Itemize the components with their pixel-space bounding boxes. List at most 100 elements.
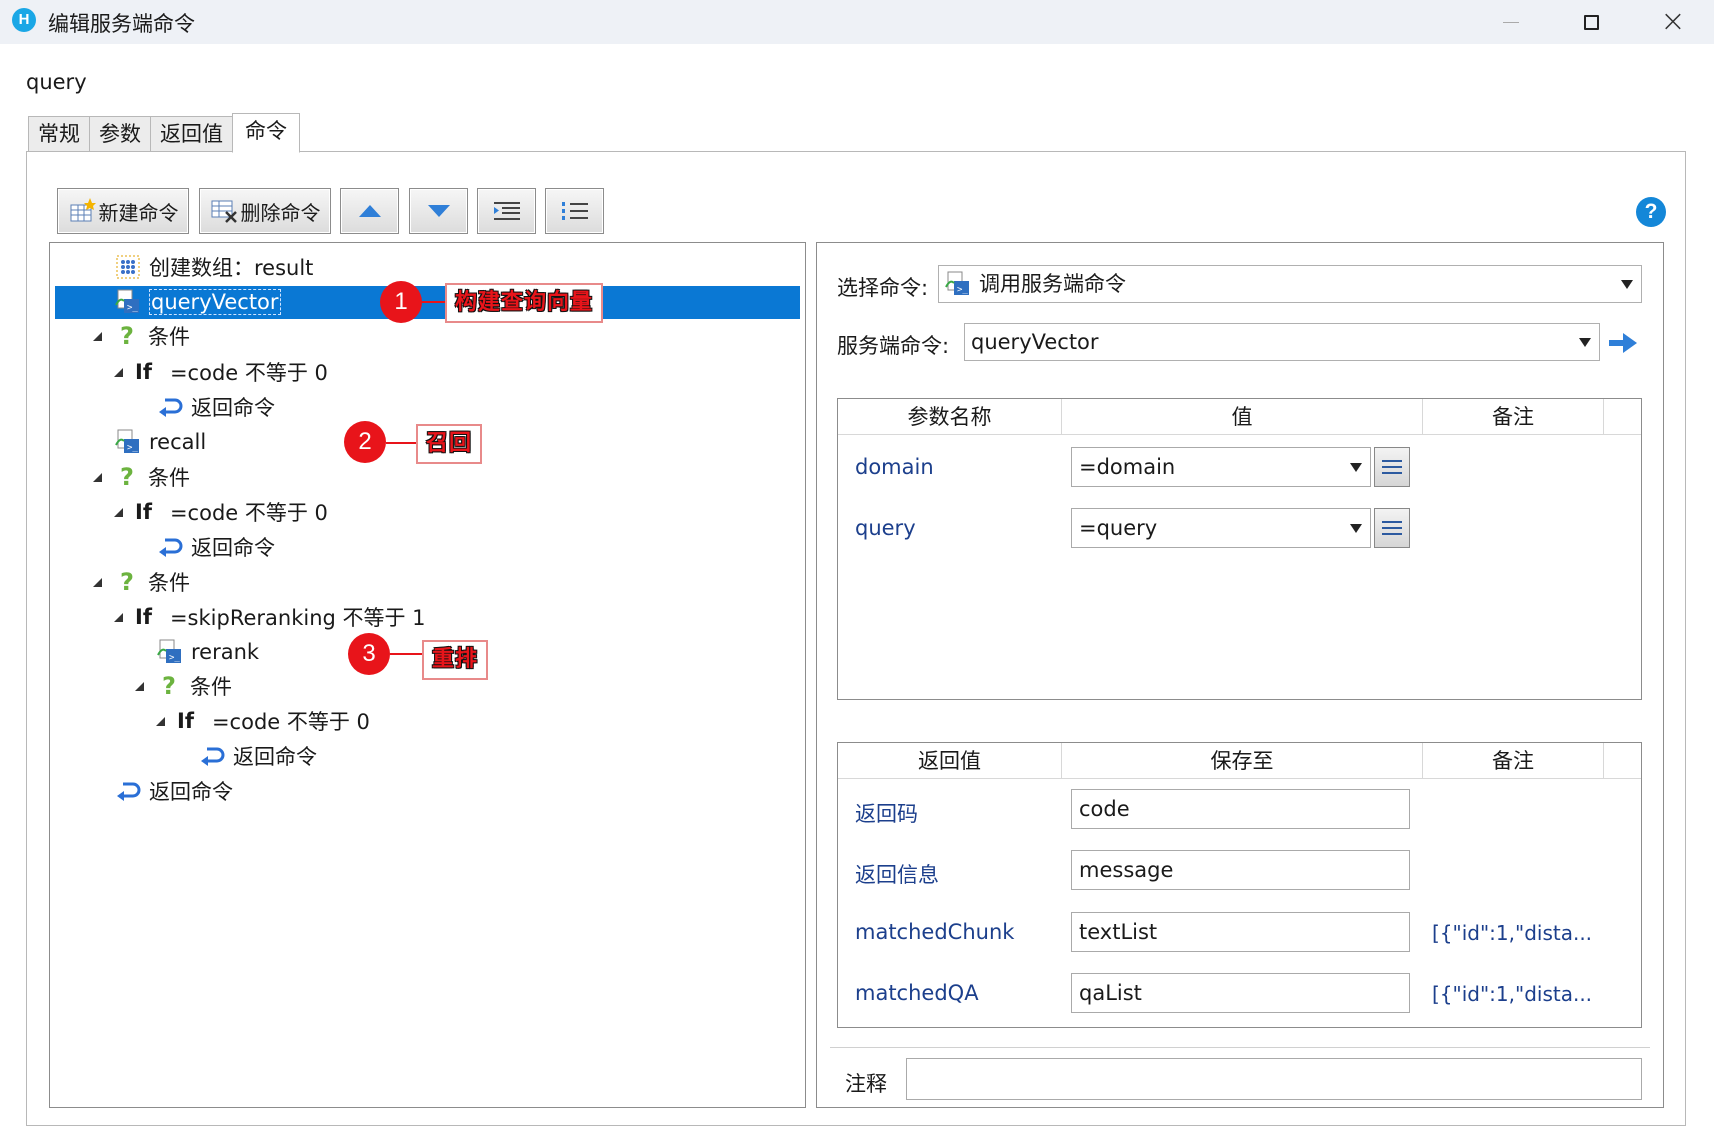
return-icon	[115, 778, 141, 804]
select-command-label: 选择命令:	[837, 276, 929, 300]
server-command-icon: >_	[945, 271, 971, 297]
callout-badge-1: 1	[380, 281, 422, 323]
tree-node-label: =skipReranking 不等于 1	[169, 606, 426, 630]
server-command-icon: >_	[115, 289, 141, 315]
tab-return-values[interactable]: 返回值	[150, 116, 232, 153]
param-settings-button[interactable]	[1374, 447, 1410, 487]
window-title: 编辑服务端命令	[48, 12, 195, 36]
tree-node-label: 条件	[148, 325, 190, 349]
tree-node-label: recall	[149, 430, 207, 454]
tree-node-if[interactable]: If =code 不等于 0	[114, 496, 328, 528]
outdent-button[interactable]	[545, 188, 604, 234]
tab-commands[interactable]: 命令	[232, 113, 300, 153]
return-save-to-input[interactable]: qaList	[1071, 973, 1410, 1013]
param-value-input[interactable]: =query	[1071, 508, 1371, 548]
tab-general[interactable]: 常规	[28, 116, 89, 153]
select-command-value: 调用服务端命令	[979, 272, 1126, 296]
command-name: query	[26, 70, 87, 94]
column-header: 保存至	[1062, 743, 1423, 779]
sliders-icon	[1382, 533, 1402, 535]
collapse-arrow-icon[interactable]	[93, 331, 102, 341]
callout-line	[422, 301, 445, 303]
svg-text:>_: >_	[169, 653, 180, 663]
indent-button[interactable]	[477, 188, 536, 234]
if-keyword: If	[135, 500, 152, 524]
question-icon: ?	[120, 463, 134, 491]
param-value: =domain	[1079, 455, 1176, 479]
tree-node-return[interactable]: 返回命令	[199, 740, 317, 772]
tree-node-label: 条件	[148, 571, 190, 595]
minimize-button[interactable]	[1476, 0, 1546, 44]
tree-node-create-array[interactable]: 创建数组：result	[115, 251, 313, 283]
tree-node-condition[interactable]: ? 条件	[93, 461, 190, 493]
sliders-icon	[1382, 527, 1402, 529]
move-down-button[interactable]	[409, 188, 468, 234]
tree-node-label: 返回命令	[191, 396, 275, 420]
collapse-arrow-icon[interactable]	[135, 681, 144, 691]
tree-node-query-vector[interactable]: >_ queryVector	[115, 286, 281, 318]
tree-node-condition[interactable]: ? 条件	[135, 670, 232, 702]
tree-node-label: 返回命令	[233, 745, 317, 769]
close-button[interactable]: ×	[1638, 0, 1708, 44]
if-keyword: If	[135, 360, 152, 384]
collapse-arrow-icon[interactable]	[93, 577, 102, 587]
tree-node-condition[interactable]: ? 条件	[93, 320, 190, 352]
help-icon[interactable]: ?	[1636, 197, 1666, 227]
sliders-icon	[1382, 466, 1402, 468]
collapse-arrow-icon[interactable]	[156, 716, 165, 726]
collapse-arrow-icon[interactable]	[93, 472, 102, 482]
tree-node-label: =code 不等于 0	[169, 361, 328, 385]
param-value-input[interactable]: =domain	[1071, 447, 1371, 487]
return-name: 返回码	[855, 802, 918, 826]
tree-node-label: rerank	[191, 640, 260, 664]
column-header: 返回值	[838, 743, 1062, 779]
maximize-button[interactable]	[1556, 0, 1626, 44]
svg-text:>_: >_	[127, 303, 138, 313]
tree-node-if[interactable]: If =skipReranking 不等于 1	[114, 601, 426, 633]
tree-node-return[interactable]: 返回命令	[115, 775, 233, 807]
grid-header: 返回值 保存至 备注	[838, 743, 1641, 779]
app-logo-icon: H	[12, 8, 36, 32]
new-command-button[interactable]: 新建命令	[57, 188, 189, 234]
divider	[830, 1047, 1650, 1048]
param-name: domain	[855, 455, 934, 479]
tree-node-condition[interactable]: ? 条件	[93, 566, 190, 598]
tree-node-label: =code 不等于 0	[169, 501, 328, 525]
server-command-dropdown[interactable]: queryVector	[964, 323, 1600, 361]
collapse-arrow-icon[interactable]	[114, 507, 123, 517]
tree-node-label: =code 不等于 0	[211, 710, 370, 734]
return-save-to-input[interactable]: code	[1071, 789, 1410, 829]
move-up-button[interactable]	[340, 188, 399, 234]
tree-node-if[interactable]: If =code 不等于 0	[114, 356, 328, 388]
sliders-icon	[1382, 521, 1402, 523]
server-command-icon: >_	[115, 429, 141, 455]
tab-strip: 常规 参数 返回值 命令	[28, 113, 300, 153]
move-down-icon	[427, 205, 450, 217]
tree-node-return[interactable]: 返回命令	[157, 391, 275, 423]
goto-command-arrow-icon[interactable]	[1608, 332, 1638, 354]
select-command-dropdown[interactable]: >_ 调用服务端命令	[938, 265, 1642, 303]
return-save-to-input[interactable]: textList	[1071, 912, 1410, 952]
collapse-arrow-icon[interactable]	[114, 612, 123, 622]
question-icon: ?	[120, 322, 134, 350]
delete-command-button[interactable]: 删除命令	[199, 188, 331, 234]
param-name: query	[855, 516, 916, 540]
server-command-label: 服务端命令:	[837, 334, 950, 358]
svg-text:>_: >_	[957, 285, 968, 295]
callout-label-2: 召回	[416, 424, 483, 464]
delete-command-icon	[210, 198, 238, 224]
return-save-to-input[interactable]: message	[1071, 850, 1410, 890]
tree-node-if[interactable]: If =code 不等于 0	[156, 705, 370, 737]
question-icon: ?	[162, 672, 176, 700]
sliders-icon	[1382, 472, 1402, 474]
callout-line	[390, 653, 422, 655]
tree-node-return[interactable]: 返回命令	[157, 531, 275, 563]
param-settings-button[interactable]	[1374, 508, 1410, 548]
return-icon	[157, 534, 183, 560]
tree-node-rerank[interactable]: >_ rerank	[157, 636, 259, 668]
tab-parameters[interactable]: 参数	[89, 116, 150, 153]
tree-node-recall[interactable]: >_ recall	[115, 426, 206, 458]
comment-input[interactable]	[906, 1058, 1642, 1100]
tree-node-label: 创建数组：result	[149, 256, 314, 280]
collapse-arrow-icon[interactable]	[114, 367, 123, 377]
